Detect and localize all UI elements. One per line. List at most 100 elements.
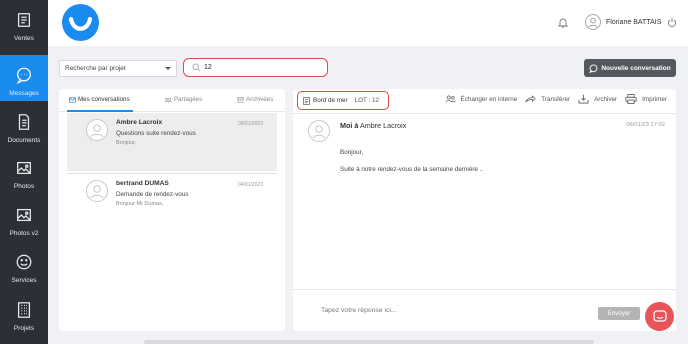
sidebar-item-label: Documents: [7, 137, 41, 144]
conversation-project: Bord de mer: [313, 97, 348, 104]
conversation-preview: Bonjour,: [116, 140, 137, 146]
reply-input[interactable]: [321, 305, 581, 316]
sidebar-item-label: Projets: [13, 325, 35, 332]
chat-bubble-icon: [16, 67, 31, 84]
sidebar-item-photos-v2[interactable]: Photos v2: [0, 195, 48, 241]
project-select[interactable]: Recherche par projet: [59, 60, 177, 77]
conversation-actions: Échanger en interne Transférer Archiver …: [441, 94, 667, 104]
message-body: Bonjour, Suite à notre rendez-vous de la…: [340, 144, 483, 178]
avatar: [86, 119, 108, 141]
conversation-name: Ambre Lacroix: [116, 119, 163, 126]
action-label: Échanger en interne: [460, 95, 518, 103]
envelope-icon: [69, 96, 76, 103]
download-tray-icon: [578, 94, 589, 104]
sidebar-item-label: Messages: [9, 90, 39, 97]
share-forward-icon: [525, 95, 536, 103]
conversation-lot: LOT : 12: [354, 97, 380, 104]
user-avatar[interactable]: [585, 14, 601, 30]
archive-box-icon: [237, 96, 244, 103]
building-icon: [17, 302, 31, 318]
archive-button[interactable]: Archiver: [578, 94, 617, 104]
conversation-detail-panel: Bord de mer LOT : 12 Échanger en interne…: [293, 89, 676, 331]
sidebar-item-label: Photos: [13, 183, 35, 190]
tab-partagees[interactable]: Partagées: [164, 96, 202, 103]
conversation-subject: Questions suite rendez-vous: [116, 130, 196, 137]
conversation-date: 06/01/2023: [237, 121, 263, 127]
bell-icon[interactable]: [558, 17, 568, 28]
smile-logo-icon: [68, 16, 93, 31]
tab-label: Archivées: [246, 96, 274, 103]
conversation-subject: Demande de rendez-vous: [116, 191, 189, 198]
message-recipient: Ambre Lacroix: [359, 121, 407, 130]
sidebar-item-ventes[interactable]: Ventes: [0, 0, 48, 46]
user-icon: [90, 185, 104, 199]
user-icon: [312, 125, 326, 139]
message-date: 06/01/23 17:02: [626, 122, 665, 128]
users-icon: [164, 97, 172, 102]
sidebar: Ventes Messages Documents Photos Photos …: [0, 0, 48, 344]
conversation-tabs: Mes conversations Partagées Archivées: [59, 89, 285, 112]
caret-down-icon: [165, 67, 171, 70]
transfer-button[interactable]: Transférer: [525, 95, 570, 103]
conversation-item[interactable]: Ambre Lacroix Questions suite rendez-vou…: [67, 113, 277, 171]
sidebar-item-messages[interactable]: Messages: [0, 55, 48, 101]
tab-mes-conversations[interactable]: Mes conversations: [69, 96, 130, 103]
message-to-prefix: à: [354, 121, 359, 130]
storefront-icon: [17, 13, 31, 27]
action-label: Imprimer: [642, 95, 667, 103]
sidebar-item-documents[interactable]: Documents: [0, 102, 48, 148]
support-chat-button[interactable]: [645, 302, 674, 331]
divider: [293, 289, 676, 290]
document-icon: [303, 96, 310, 105]
exchange-internal-button[interactable]: Échanger en interne: [445, 95, 518, 103]
search-icon: [192, 63, 201, 72]
chat-widget-icon: [652, 310, 667, 322]
chat-bubble-icon: [589, 63, 598, 73]
top-header: Floriane BATTAIS: [48, 0, 688, 46]
message-line: Suite à notre rendez-vous de la semaine …: [340, 166, 484, 173]
tab-label: Mes conversations: [78, 96, 130, 103]
project-select-value: Recherche par projet: [65, 65, 126, 72]
user-icon: [90, 124, 104, 138]
print-button[interactable]: Imprimer: [625, 94, 667, 104]
conversation-project-chip[interactable]: Bord de mer LOT : 12: [297, 91, 389, 110]
user-name[interactable]: Floriane BATTAIS: [606, 19, 661, 26]
image-icon: [17, 208, 31, 222]
send-label: Envoyer: [607, 310, 631, 317]
message-sender: Moi: [340, 121, 353, 130]
new-conversation-label: Nouvelle conversation: [601, 64, 671, 72]
active-tab-indicator: [67, 110, 133, 112]
sidebar-item-projets[interactable]: Projets: [0, 290, 48, 336]
conversation-preview: Bonjour Mr Dumas,: [116, 201, 164, 207]
avatar: [86, 180, 108, 202]
avatar: [308, 120, 330, 142]
sidebar-item-label: Photos v2: [9, 230, 39, 237]
conversation-list-panel: Mes conversations Partagées Archivées Am…: [59, 89, 285, 331]
message-header: Moi à Ambre Lacroix: [340, 121, 406, 130]
conversation-item[interactable]: bertrand DUMAS Demande de rendez-vous Bo…: [67, 174, 277, 232]
search-input[interactable]: [204, 61, 322, 74]
search-box[interactable]: [183, 58, 328, 77]
tab-archivees[interactable]: Archivées: [237, 96, 273, 103]
user-icon: [588, 17, 598, 28]
action-label: Archiver: [594, 95, 618, 103]
users-icon: [445, 95, 456, 103]
action-label: Transférer: [541, 95, 571, 103]
power-icon[interactable]: [667, 17, 677, 28]
app-logo[interactable]: [62, 4, 99, 41]
conversation-name: bertrand DUMAS: [116, 180, 169, 187]
document-icon: [18, 114, 30, 130]
send-button[interactable]: Envoyer: [598, 307, 640, 320]
printer-icon: [625, 94, 637, 104]
conversation-date: 04/01/2023: [237, 182, 263, 188]
sidebar-item-services[interactable]: Services: [0, 242, 48, 288]
tab-label: Partagées: [174, 96, 203, 103]
sidebar-item-label: Ventes: [14, 35, 34, 42]
horizontal-scrollbar[interactable]: [144, 340, 594, 344]
sidebar-item-label: Services: [11, 277, 37, 284]
new-conversation-button[interactable]: Nouvelle conversation: [584, 59, 676, 77]
image-icon: [17, 161, 31, 175]
smiley-icon: [16, 254, 32, 270]
divider: [293, 113, 676, 114]
sidebar-item-photos[interactable]: Photos: [0, 148, 48, 194]
